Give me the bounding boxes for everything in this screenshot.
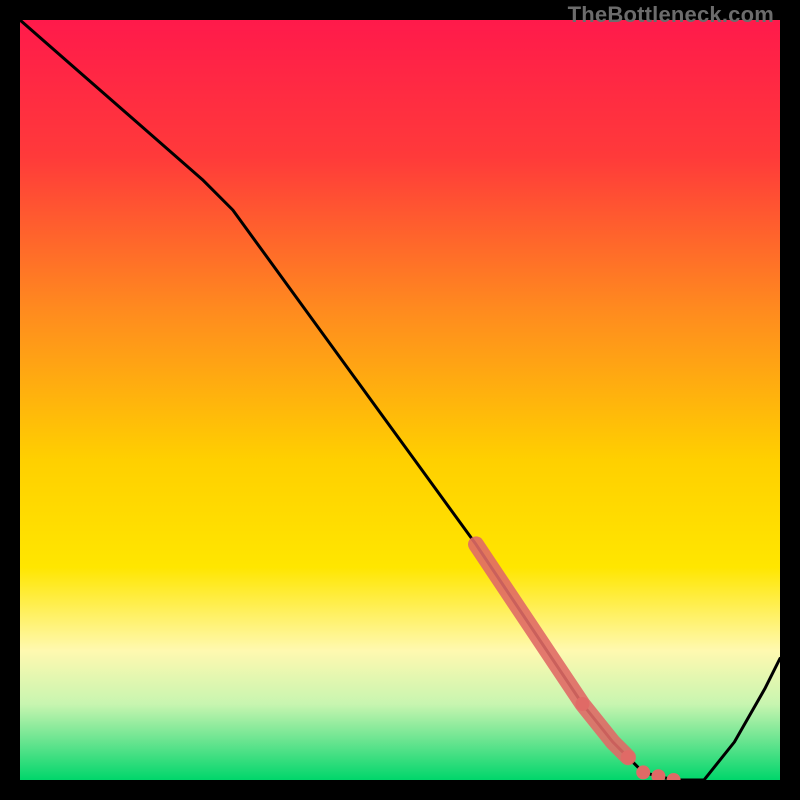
- bottleneck-curve: [20, 20, 780, 780]
- highlight-dot: [667, 773, 681, 780]
- chart-frame: TheBottleneck.com: [0, 0, 800, 800]
- highlight-dot: [621, 750, 635, 764]
- highlighted-range: [476, 544, 628, 757]
- plot-area: [20, 20, 780, 780]
- watermark-text: TheBottleneck.com: [568, 2, 774, 28]
- highlight-dot: [651, 769, 665, 780]
- highlight-dot: [636, 765, 650, 779]
- bottleneck-curve-svg: [20, 20, 780, 780]
- highlight-dot: [575, 697, 589, 711]
